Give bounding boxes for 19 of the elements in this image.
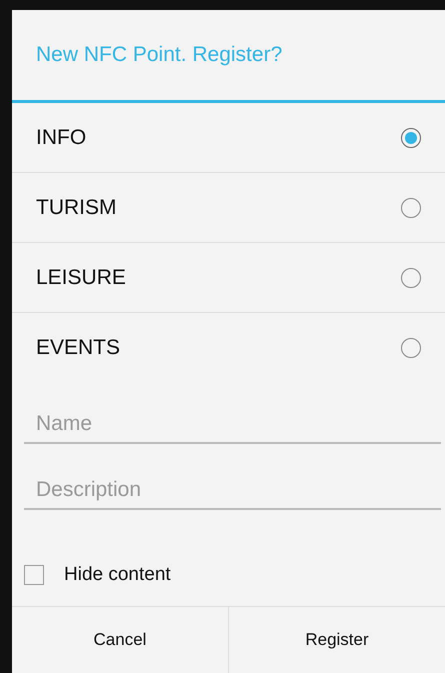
option-row[interactable]: TURISM bbox=[12, 173, 445, 243]
dialog-title: New NFC Point. Register? bbox=[12, 10, 445, 103]
option-row[interactable]: LEISURE bbox=[12, 243, 445, 313]
option-label: EVENTS bbox=[36, 336, 120, 360]
radio-button[interactable] bbox=[401, 128, 421, 148]
option-label: INFO bbox=[36, 126, 86, 150]
option-label: TURISM bbox=[36, 196, 116, 220]
radio-button[interactable] bbox=[401, 268, 421, 288]
input-field[interactable]: Description bbox=[24, 470, 441, 510]
checkbox[interactable] bbox=[24, 565, 44, 585]
dialog-button[interactable]: Register bbox=[228, 607, 445, 673]
option-row[interactable]: INFO bbox=[12, 103, 445, 173]
radio-button[interactable] bbox=[401, 198, 421, 218]
dialog-button[interactable]: Cancel bbox=[12, 607, 228, 673]
input-field[interactable]: Name bbox=[24, 404, 441, 444]
option-label: LEISURE bbox=[36, 266, 126, 290]
option-row[interactable]: EVENTS bbox=[12, 313, 445, 382]
checkbox-label: Hide content bbox=[64, 564, 171, 586]
radio-button[interactable] bbox=[401, 338, 421, 358]
